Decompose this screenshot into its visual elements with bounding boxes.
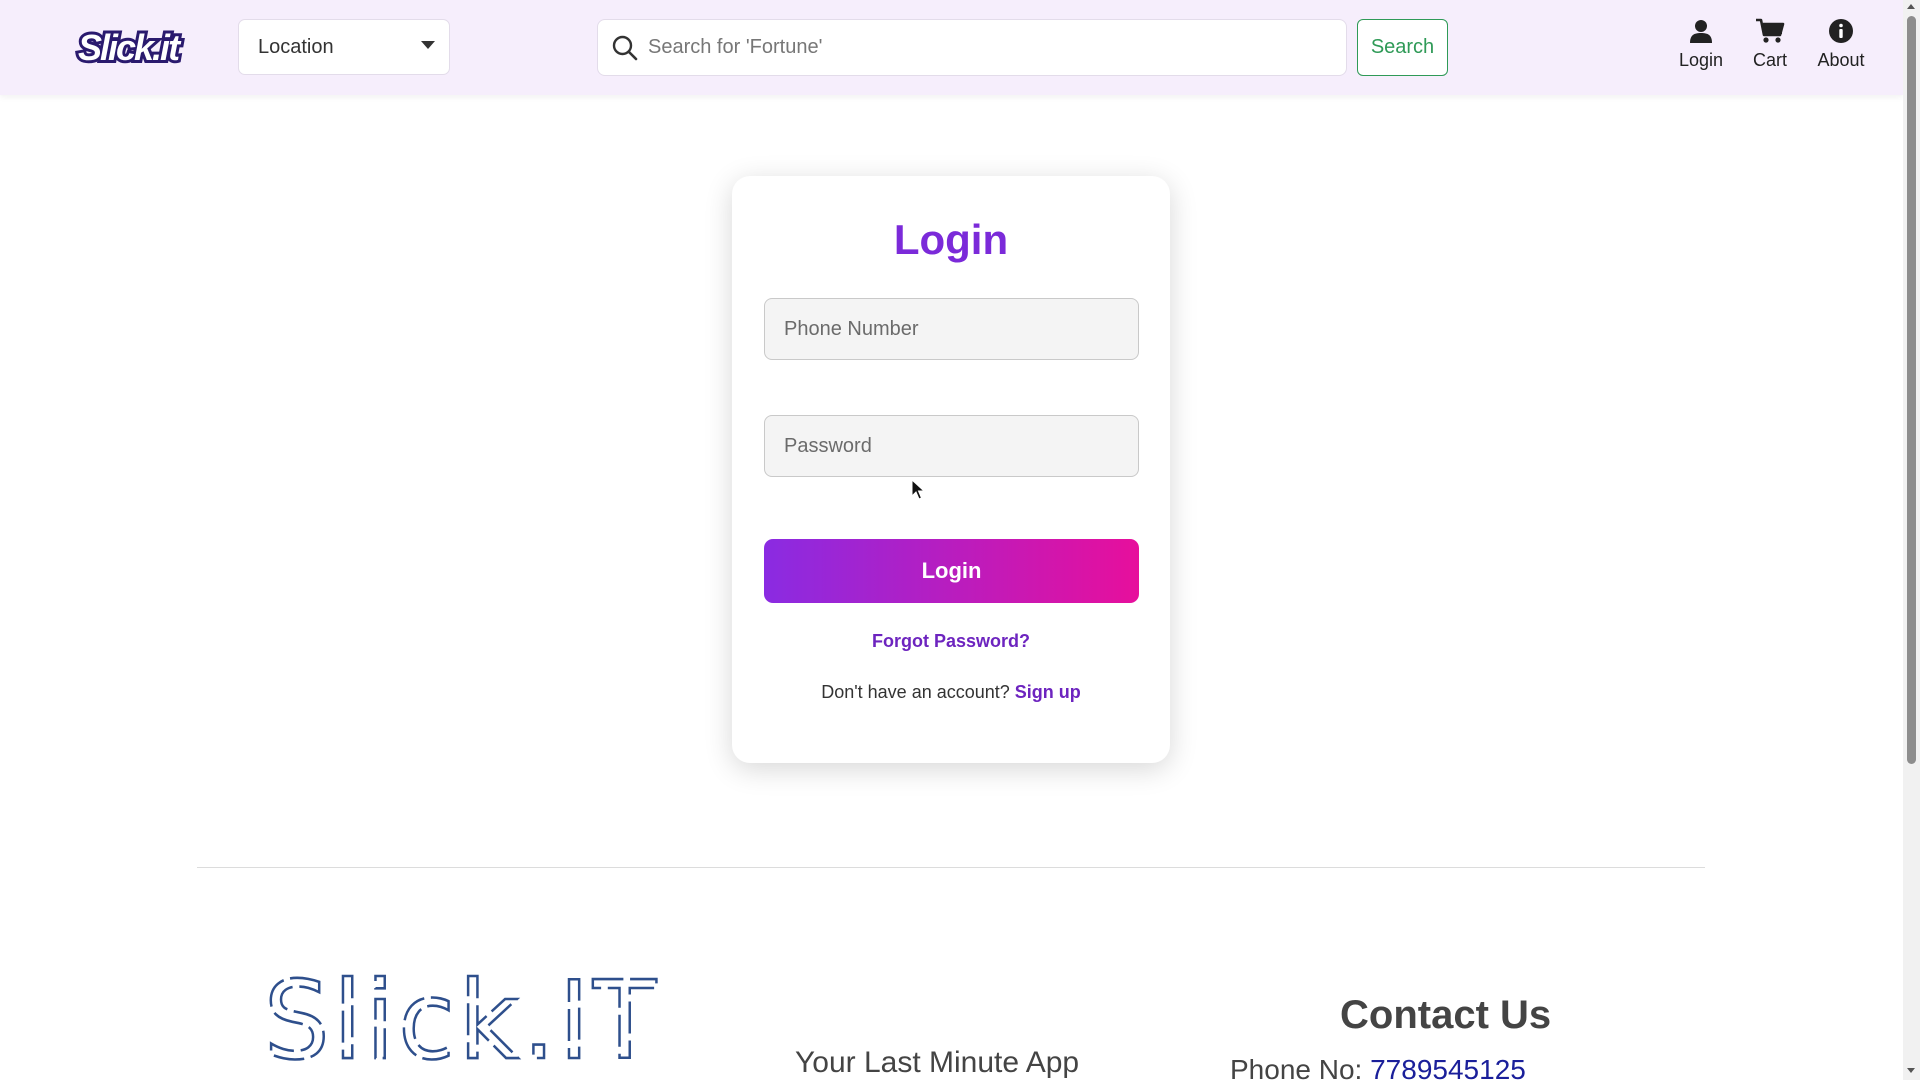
search-icon bbox=[612, 35, 638, 61]
scrollbar-thumb[interactable] bbox=[1907, 16, 1916, 764]
phone-number-link[interactable]: 7789545125 bbox=[1370, 1054, 1526, 1080]
nav-about[interactable]: About bbox=[1803, 16, 1879, 76]
mouse-pointer-icon bbox=[911, 479, 925, 500]
nav-login[interactable]: Login bbox=[1663, 16, 1739, 76]
brand-logo-text: Slick.it bbox=[78, 27, 182, 68]
chevron-down-icon bbox=[421, 41, 435, 49]
brand-logo[interactable]: Slick.it bbox=[74, 26, 190, 68]
search-input[interactable] bbox=[648, 20, 1338, 75]
signup-prompt: Don't have an account? Sign up bbox=[732, 682, 1170, 703]
footer-tagline: Your Last Minute App bbox=[795, 1046, 1080, 1079]
sign-up-link[interactable]: Sign up bbox=[1015, 682, 1081, 702]
footer-logo: Slick.IT bbox=[264, 966, 660, 1070]
user-icon bbox=[1690, 20, 1712, 43]
no-account-text: Don't have an account? bbox=[821, 682, 1010, 702]
login-card: Login Login Forgot Password? Don't have … bbox=[732, 176, 1170, 763]
search-button[interactable]: Search bbox=[1357, 19, 1448, 76]
footer-divider bbox=[197, 867, 1705, 868]
footer-logo-text: Slick.IT bbox=[264, 966, 660, 1070]
nav-about-label: About bbox=[1817, 50, 1865, 70]
login-button[interactable]: Login bbox=[764, 539, 1139, 603]
scroll-down-arrow-icon[interactable] bbox=[1907, 1068, 1915, 1073]
scroll-up-arrow-icon[interactable] bbox=[1907, 4, 1915, 9]
phone-number-input[interactable] bbox=[764, 298, 1139, 360]
forgot-password-link[interactable]: Forgot Password? bbox=[732, 631, 1170, 652]
nav-login-label: Login bbox=[1678, 50, 1724, 70]
password-input[interactable] bbox=[764, 415, 1139, 477]
nav-cart-label: Cart bbox=[1752, 50, 1787, 70]
page-scrollbar[interactable] bbox=[1903, 0, 1920, 1080]
info-icon bbox=[1829, 19, 1853, 43]
login-title: Login bbox=[893, 216, 1009, 263]
location-label: Location bbox=[258, 35, 334, 58]
phone-label: Phone No: bbox=[1230, 1054, 1363, 1080]
search-bar bbox=[597, 19, 1347, 76]
cart-icon bbox=[1756, 18, 1785, 43]
top-navbar: Slick.it Location Search Login bbox=[0, 0, 1903, 95]
location-dropdown[interactable]: Location bbox=[238, 19, 450, 75]
contact-us-heading: Contact Us bbox=[1340, 993, 1552, 1037]
nav-cart[interactable]: Cart bbox=[1732, 16, 1808, 76]
footer-phone: Phone No: 7789545125 bbox=[1230, 1054, 1526, 1080]
